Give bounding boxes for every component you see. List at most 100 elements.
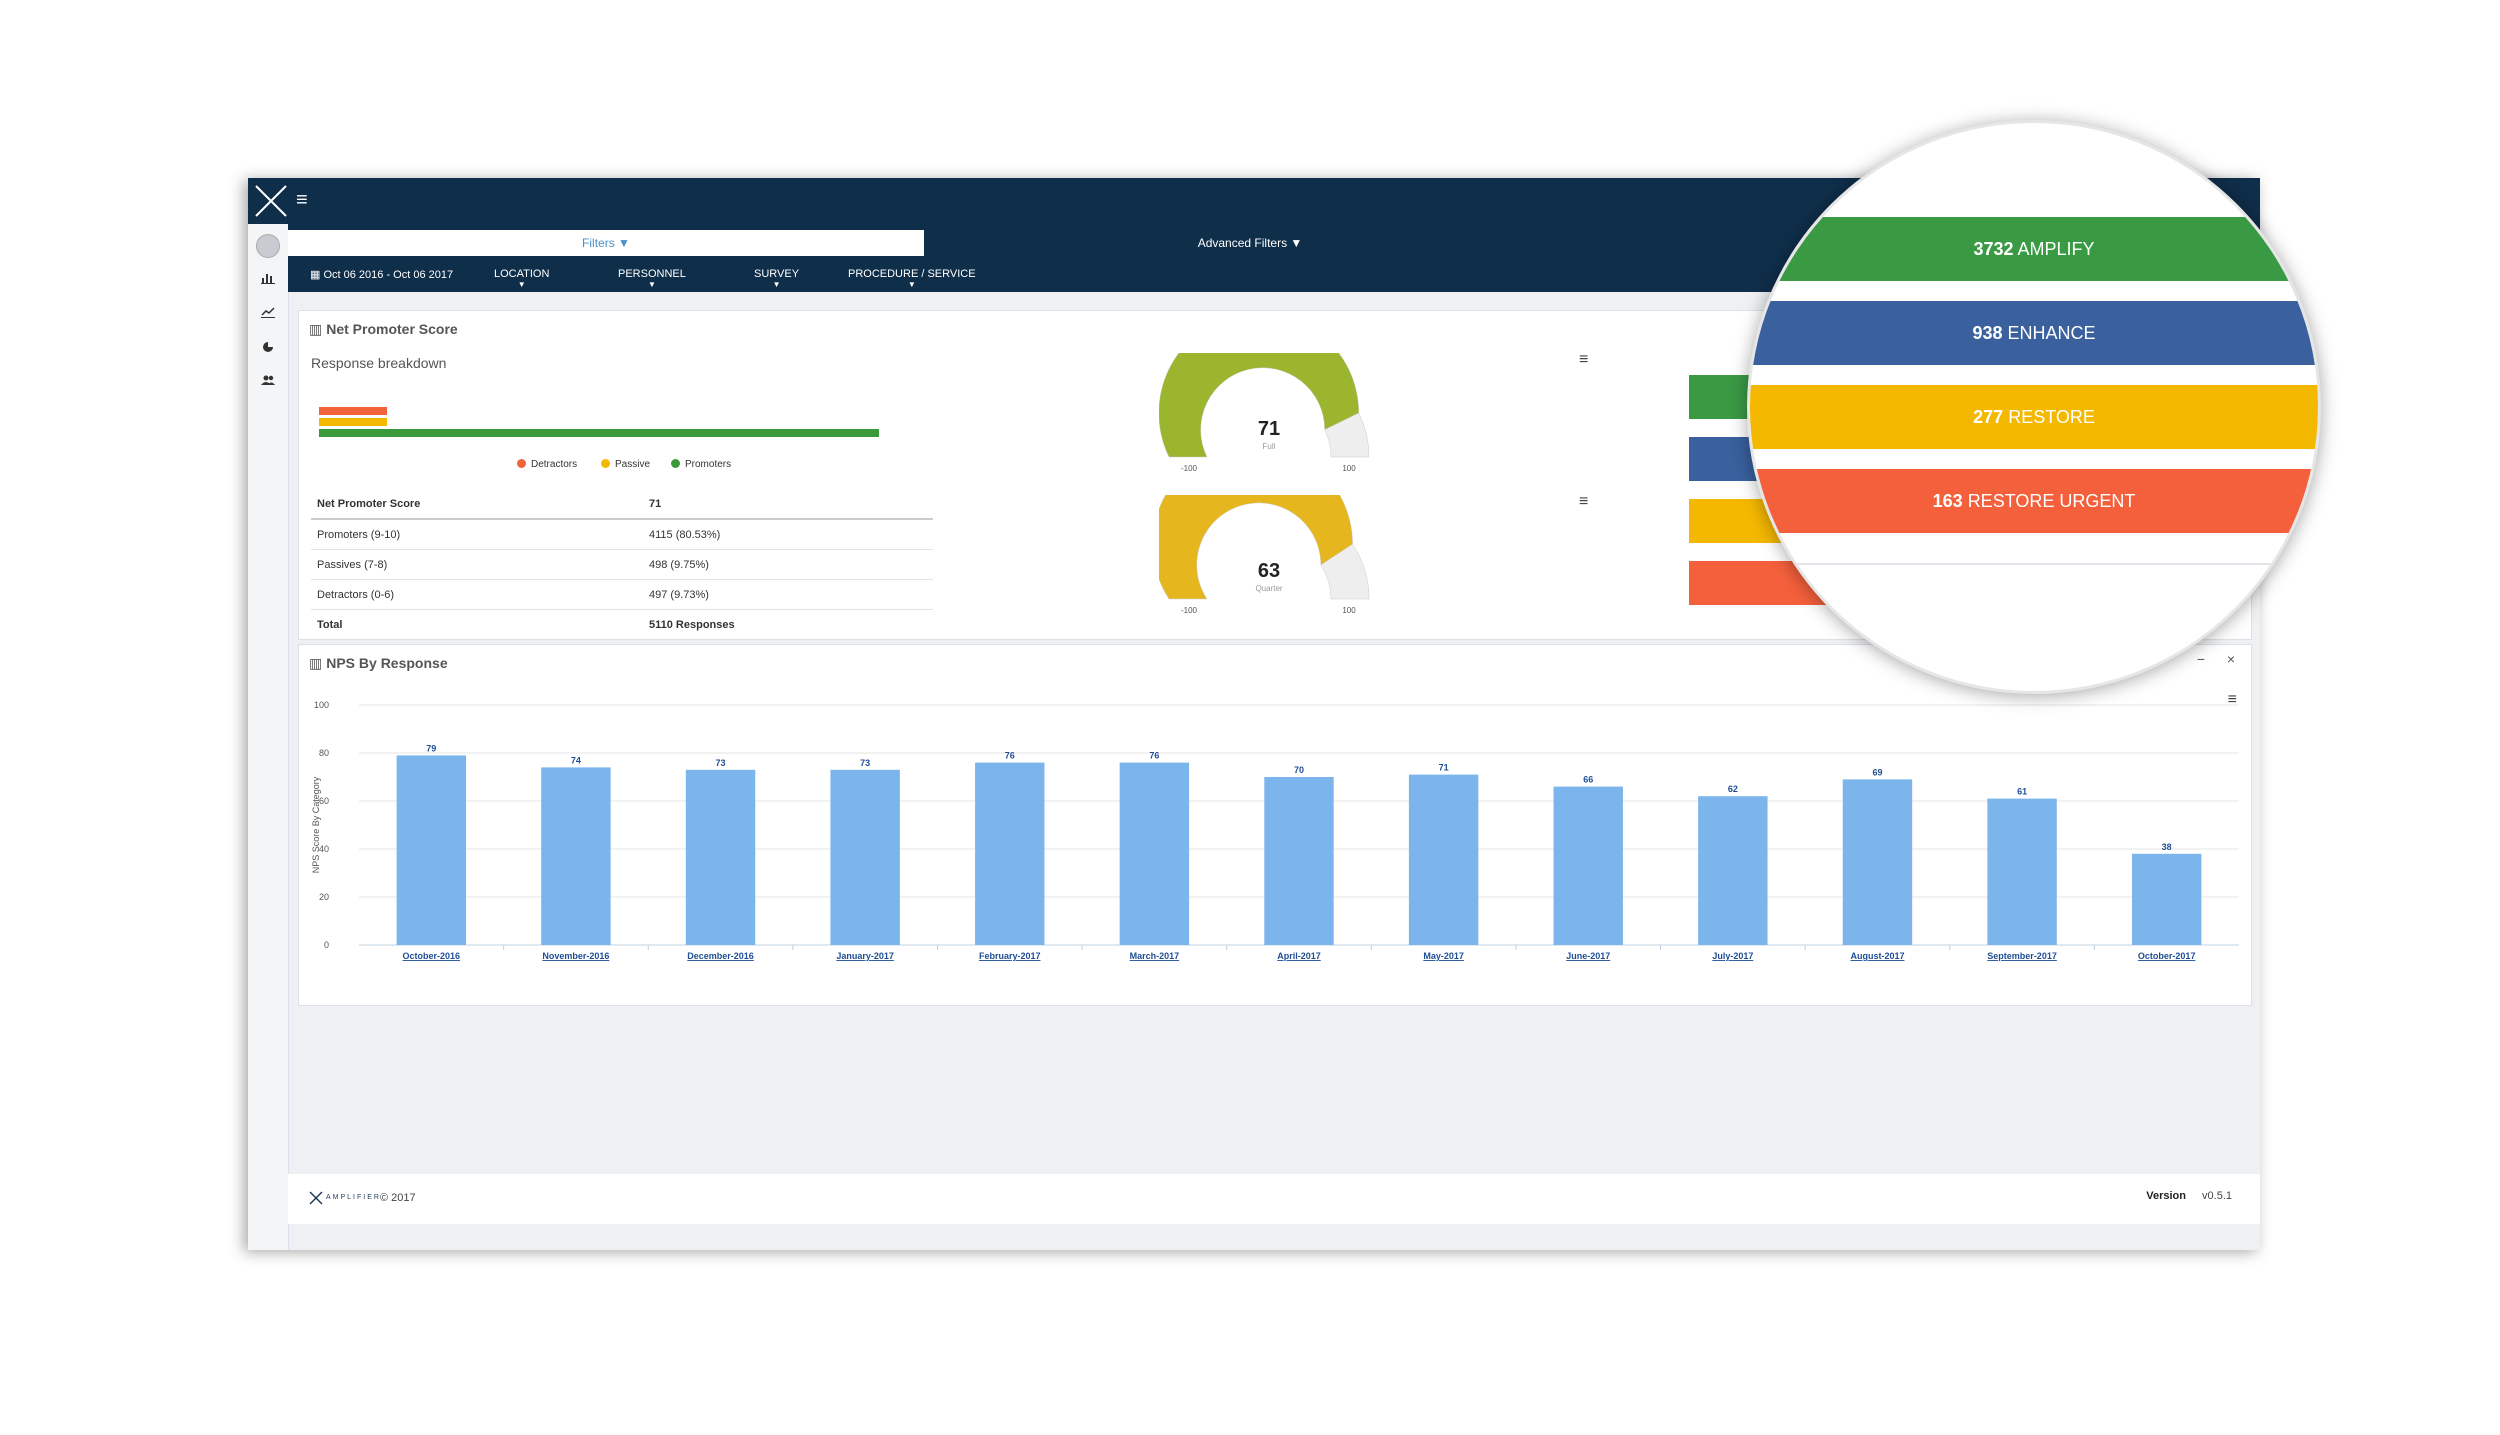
data-label: 70 (1294, 765, 1304, 775)
data-label: 79 (426, 743, 436, 753)
tab-advanced-filters[interactable]: Advanced Filters ▼ (924, 230, 1576, 256)
magnifier-overlay: 3732 AMPLIFY 938 ENHANCE 277 RESTORE 163… (1747, 120, 2321, 694)
table-cell: 5110 Responses (649, 618, 735, 631)
location-dropdown[interactable]: LOCATION ▼ (494, 268, 549, 289)
minimize-button[interactable]: − (2197, 651, 2205, 667)
x-tick-label: October-2017 (2138, 951, 2196, 961)
gauge-min: -100 (1181, 464, 1198, 473)
version-number: v0.5.1 (2202, 1190, 2232, 1202)
x-tick-label: August-2017 (1850, 951, 1904, 961)
bar-chart-icon: ▥ (309, 655, 323, 671)
bar (2131, 853, 2202, 945)
zoom-bar-label: ENHANCE (2007, 323, 2096, 343)
x-tick-label: September-2017 (1987, 951, 2057, 961)
legend-item[interactable]: Detractors (517, 459, 577, 470)
x-tick-label: October-2016 (403, 951, 461, 961)
table-cell: Detractors (0-6) (311, 579, 643, 610)
panel-title: ▥ Net Promoter Score (309, 321, 458, 338)
gauge-menu-icon[interactable]: ≡ (1579, 351, 1588, 369)
table-row: Promoters (9-10) 4115 (80.53%) (311, 519, 933, 550)
x-tick-label: November-2016 (542, 951, 609, 961)
table-cell: Promoters (9-10) (311, 519, 643, 550)
gauge-value: 63 (1258, 560, 1280, 582)
gauge-max: 100 (1342, 464, 1356, 473)
y-tick-label: 20 (319, 892, 329, 902)
x-tick-label: May-2017 (1423, 951, 1464, 961)
passive-bar (319, 418, 387, 426)
date-range-label: Oct 06 2016 - Oct 06 2017 (323, 269, 454, 281)
bar (1553, 786, 1623, 945)
table-cell: 71 (643, 489, 933, 520)
zoom-bar-count: 163 (1932, 491, 1963, 511)
bar-chart-icon[interactable] (260, 272, 276, 286)
data-label: 73 (716, 758, 726, 768)
bar (685, 769, 756, 945)
x-tick-label: July-2017 (1712, 951, 1753, 961)
legend-item[interactable]: Passive (601, 459, 650, 470)
promoters-bar (319, 429, 879, 437)
chart-title: NPS By Response (326, 655, 448, 671)
gauge-full: 71 Full -100 100 (1159, 353, 1370, 473)
data-label: 73 (860, 758, 870, 768)
pie-chart-icon[interactable] (260, 340, 276, 354)
data-label: 71 (1439, 763, 1449, 773)
data-label: 69 (1872, 767, 1882, 777)
version-label: Version (2146, 1190, 2186, 1202)
sidebar (248, 224, 289, 1250)
table-cell: 4115 (80.53%) (643, 519, 933, 550)
bar (975, 762, 1045, 945)
detractors-dot (517, 459, 526, 468)
personnel-dropdown[interactable]: PERSONNEL ▼ (618, 268, 686, 289)
date-range-picker[interactable]: ▦ Oct 06 2016 - Oct 06 2017 (310, 268, 453, 281)
gauge-value: 71 (1258, 418, 1280, 440)
zoom-bar-restore: 277 RESTORE (1750, 385, 2318, 449)
personnel-label: PERSONNEL (618, 268, 686, 280)
calendar-icon: ▦ (310, 269, 321, 281)
close-button[interactable]: × (2227, 651, 2235, 667)
bar (830, 769, 900, 945)
divider (1750, 563, 2318, 565)
x-tick-label: January-2017 (836, 951, 894, 961)
copyright: © 2017 (380, 1192, 416, 1204)
zoom-bar-label: AMPLIFY (2017, 239, 2095, 259)
avatar[interactable] (256, 234, 280, 258)
x-tick-label: April-2017 (1277, 951, 1321, 961)
caret-down-icon: ▼ (772, 280, 781, 289)
procedure-label: PROCEDURE / SERVICE (848, 268, 976, 280)
bar (541, 767, 611, 945)
data-label: 66 (1583, 775, 1593, 785)
zoom-bar-label: RESTORE URGENT (1967, 491, 2136, 511)
caret-down-icon: ▼ (647, 280, 656, 289)
promoters-dot (671, 459, 680, 468)
legend-label: Passive (615, 459, 651, 470)
bar (1987, 798, 2057, 945)
nps-by-response-panel: ▥ NPS By Response − × ≡ 0 20 40 60 80 100 79 Oct… (298, 644, 2252, 1006)
bar (1408, 774, 1479, 945)
location-label: LOCATION (494, 268, 550, 280)
survey-dropdown[interactable]: SURVEY ▼ (754, 268, 799, 289)
caret-down-icon: ▼ (517, 280, 526, 289)
zoom-bar-count: 938 (1972, 323, 2003, 343)
tab-filters[interactable]: Filters ▼ (288, 230, 924, 256)
procedure-dropdown[interactable]: PROCEDURE / SERVICE ▼ (848, 268, 976, 289)
users-icon[interactable] (260, 374, 276, 388)
x-tick-label: February-2017 (979, 951, 1041, 961)
table-row: Total 5110 Responses (311, 610, 933, 640)
legend-label: Detractors (531, 459, 578, 470)
table-row: Passives (7-8) 498 (9.75%) (311, 549, 933, 580)
gauge-label: Full (1263, 442, 1276, 451)
table-cell: Net Promoter Score (311, 489, 643, 520)
legend-item[interactable]: Promoters (671, 459, 731, 470)
filter-row: ▦ Oct 06 2016 - Oct 06 2017 LOCATION ▼ P… (288, 260, 1288, 290)
data-label: 38 (2162, 842, 2172, 852)
bar (1264, 777, 1334, 945)
line-chart-icon[interactable] (260, 306, 276, 320)
table-cell: Total (317, 618, 343, 631)
gauge-label: Quarter (1255, 584, 1282, 593)
logo-x-icon[interactable] (248, 178, 294, 224)
hamburger-icon[interactable]: ≡ (296, 190, 308, 210)
data-label: 74 (571, 755, 581, 765)
zoom-bar-label: RESTORE (2008, 407, 2095, 427)
gauge-menu-icon[interactable]: ≡ (1579, 493, 1588, 511)
caret-down-icon: ▼ (907, 280, 916, 289)
